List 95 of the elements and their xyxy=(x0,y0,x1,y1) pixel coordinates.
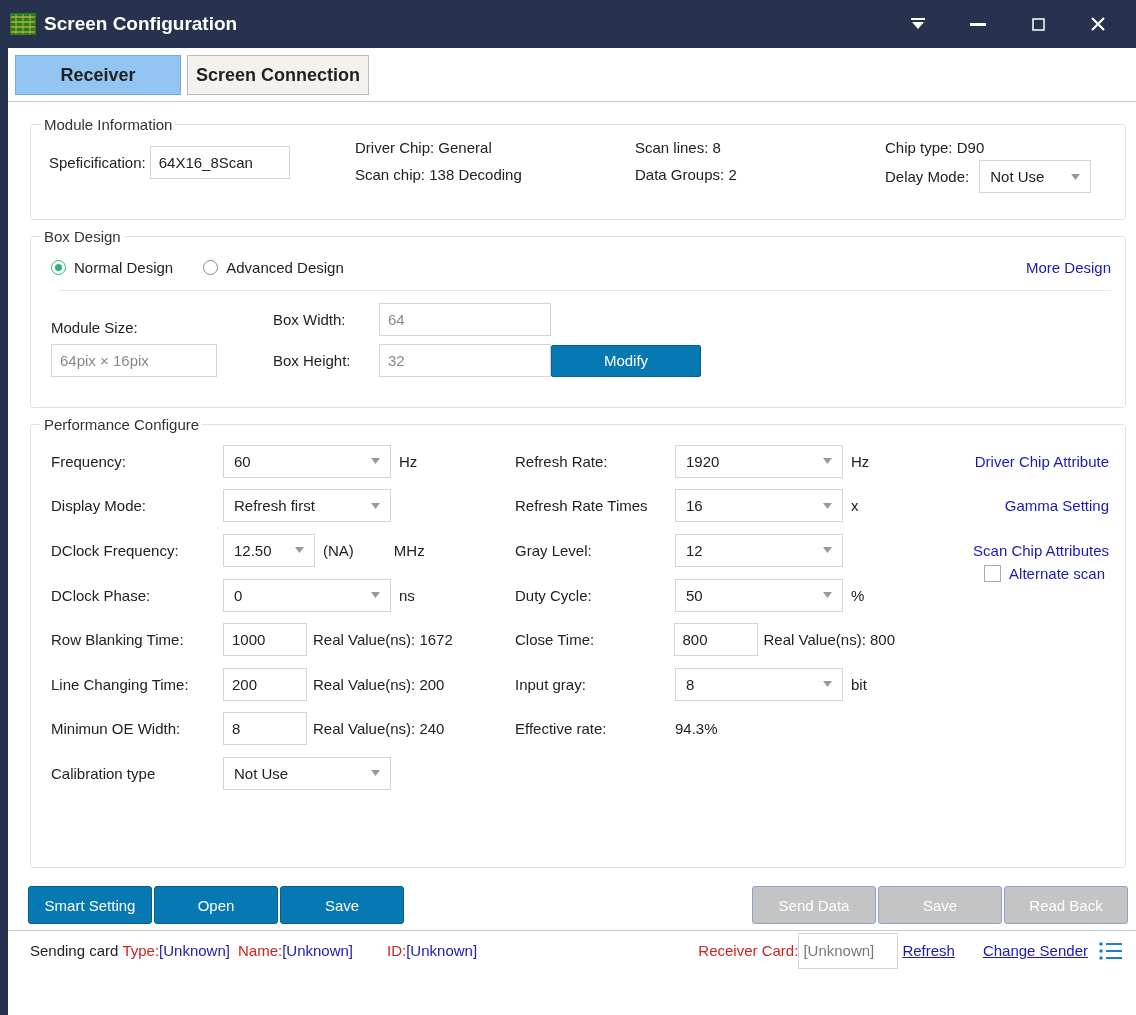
dropdown[interactable]: 50 xyxy=(675,578,843,612)
field-label: DClock Frequency: xyxy=(51,542,180,559)
caret-icon xyxy=(823,547,832,554)
info-text: Driver Chip: General xyxy=(355,139,493,156)
caret-icon xyxy=(823,592,832,599)
list-icon[interactable] xyxy=(1098,940,1122,961)
field-label: Refresh Rate: xyxy=(515,452,609,470)
field-label: Box Height: xyxy=(273,352,352,369)
alternate-scan-checkbox[interactable]: Alternate scan xyxy=(984,564,1105,582)
field-label: Frequency: xyxy=(51,452,128,470)
status-label: ID: xyxy=(387,942,407,959)
settings-link[interactable]: Scan Chip Attributes xyxy=(973,542,1109,559)
unit-text: bit xyxy=(851,675,867,693)
dropdown[interactable]: Not Use xyxy=(979,160,1092,193)
radio-option[interactable]: Normal Design xyxy=(51,259,174,276)
action-button[interactable]: Smart Setting xyxy=(28,886,152,924)
field-label: Input gray: xyxy=(515,675,587,693)
real-value-text: Real Value(ns): 800 xyxy=(763,631,895,649)
field-label: Speficification: xyxy=(49,154,146,171)
caret-icon xyxy=(823,458,832,465)
receiver-card-field[interactable]: [Unknown] xyxy=(798,932,899,969)
real-value-text: Real Value(ns): 1672 xyxy=(313,631,453,649)
caret-icon xyxy=(371,770,380,777)
unit-text: x xyxy=(851,497,859,515)
field-label: Effective rate: xyxy=(515,720,608,738)
action-button[interactable]: Open xyxy=(154,886,278,924)
real-value-text: Real Value(ns): 200 xyxy=(313,675,445,693)
value-text: 94.3% xyxy=(675,720,718,738)
caret-icon xyxy=(823,681,832,688)
unit-text: Hz xyxy=(399,452,418,470)
caret-icon xyxy=(371,502,380,509)
caret-icon xyxy=(823,502,832,509)
dropdown[interactable]: 1920 xyxy=(675,444,843,478)
change-sender-link[interactable]: Change Sender xyxy=(982,942,1088,959)
caret-icon xyxy=(295,547,304,554)
action-button[interactable]: Save xyxy=(280,886,404,924)
group-title: Performance Configure xyxy=(43,416,201,433)
field-label: Display Mode: xyxy=(51,497,148,515)
radio-option[interactable]: Advanced Design xyxy=(203,259,344,276)
field-label: DClock Phase: xyxy=(51,586,152,604)
dropdown[interactable]: 0 xyxy=(223,578,391,612)
field-label: Close Time: xyxy=(515,631,596,649)
field-label: Calibration type xyxy=(51,764,157,782)
info-text: Scan chip: 138 Decoding xyxy=(355,166,523,183)
dropdown[interactable]: 60 xyxy=(223,444,391,478)
input-field[interactable]: 800 xyxy=(673,623,758,657)
dropdown[interactable]: 16 xyxy=(675,489,843,523)
status-label: Name: xyxy=(237,942,283,959)
status-label: Type: xyxy=(122,942,160,959)
info-text: Data Groups: 2 xyxy=(635,166,738,183)
input-field[interactable]: 200 xyxy=(223,667,307,701)
refresh-link[interactable]: Refresh xyxy=(902,942,955,959)
note-text: (NA) xyxy=(323,542,354,559)
caret-icon xyxy=(371,592,380,599)
field-label: Duty Cycle: xyxy=(515,586,593,604)
field-label: Refresh Rate Times xyxy=(515,497,649,515)
tab[interactable]: Receiver xyxy=(15,55,181,95)
settings-link[interactable]: Gamma Setting xyxy=(1004,497,1109,515)
unit-text: MHz xyxy=(393,542,425,559)
field-label: Box Width: xyxy=(273,311,347,328)
dropdown[interactable]: Refresh first xyxy=(223,489,391,523)
field-label: Delay Mode: xyxy=(885,168,970,185)
dropdown[interactable]: 8 xyxy=(675,667,843,701)
caret-icon xyxy=(371,458,380,465)
sending-card-label: Sending card xyxy=(30,942,119,959)
status-value: [Unknown] xyxy=(159,942,230,959)
input-field[interactable]: 1000 xyxy=(223,623,307,657)
status-value: [Unknown] xyxy=(406,942,478,959)
input-field[interactable]: 8 xyxy=(223,712,307,746)
field-label: Line Changing Time: xyxy=(51,675,190,693)
group-title: Box Design xyxy=(43,228,122,245)
app-logo-icon xyxy=(10,13,36,35)
field-label: Gray Level: xyxy=(515,542,593,559)
dropdown[interactable]: Not Use xyxy=(223,756,391,790)
unit-text: Hz xyxy=(851,452,870,470)
unit-text: ns xyxy=(399,586,415,604)
dropdown[interactable]: 12.50 xyxy=(223,534,315,567)
field-label: Row Blanking Time: xyxy=(51,631,185,649)
field-label: Module Size: xyxy=(51,319,139,336)
window-title: Screen Configuration xyxy=(44,13,239,35)
caret-icon xyxy=(1071,173,1081,180)
input-field[interactable]: 64X16_8Scan xyxy=(149,146,290,179)
info-text: Scan lines: 8 xyxy=(635,139,722,156)
status-value: [Unknown] xyxy=(282,942,354,959)
tab[interactable]: Screen Connection xyxy=(187,55,370,95)
dropdown[interactable]: 12 xyxy=(675,534,843,567)
real-value-text: Real Value(ns): 240 xyxy=(313,720,445,738)
group-title: Module Information xyxy=(43,116,174,133)
more-design-link[interactable]: More Design xyxy=(1025,259,1111,276)
info-text: Chip type: D90 xyxy=(885,139,986,156)
modify-button[interactable]: Modify xyxy=(551,344,701,377)
unit-text: % xyxy=(851,586,865,604)
settings-link[interactable]: Driver Chip Attribute xyxy=(974,452,1109,470)
field-label: Minimun OE Width: xyxy=(51,720,182,738)
status-label: Receiver Card: xyxy=(698,942,799,959)
